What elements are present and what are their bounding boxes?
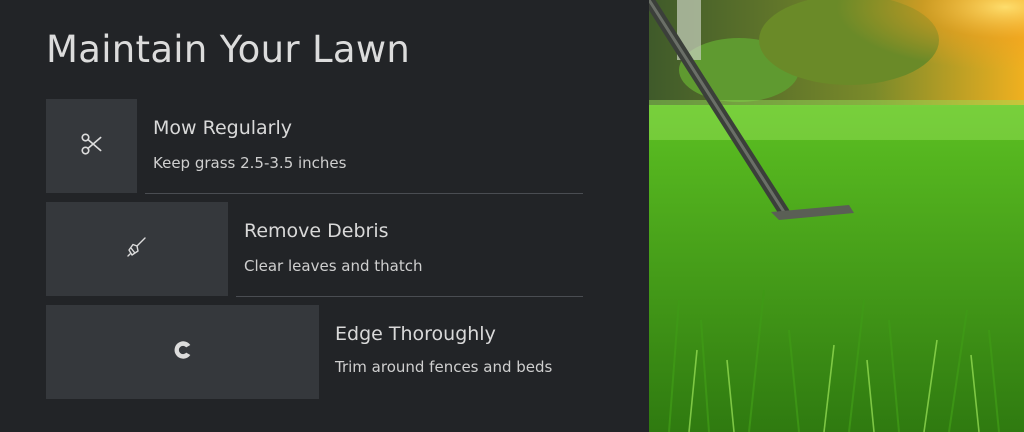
tip-description: Trim around fences and beds	[335, 358, 553, 376]
tip-title: Mow Regularly	[153, 117, 292, 139]
tip-divider	[145, 193, 583, 194]
tip-mow-regularly: Mow Regularly Keep grass 2.5-3.5 inches	[46, 99, 586, 195]
edge-trimmer-icon	[172, 339, 194, 365]
scissors-icon	[79, 131, 105, 161]
tip-icon-tile	[46, 202, 228, 296]
broom-icon	[125, 235, 149, 263]
tip-title: Edge Thoroughly	[335, 323, 496, 345]
tip-description: Clear leaves and thatch	[244, 257, 423, 275]
tip-remove-debris: Remove Debris Clear leaves and thatch	[46, 202, 586, 298]
tip-icon-tile	[46, 305, 319, 399]
lawn-tips-panel: Maintain Your Lawn Mow Regularly Keep gr…	[0, 0, 649, 432]
tip-title: Remove Debris	[244, 220, 389, 242]
lawn-photo	[649, 0, 1024, 432]
tip-icon-tile	[46, 99, 137, 193]
tip-divider	[236, 296, 583, 297]
page-title: Maintain Your Lawn	[46, 28, 411, 71]
tip-description: Keep grass 2.5-3.5 inches	[153, 154, 347, 172]
tip-edge-thoroughly: Edge Thoroughly Trim around fences and b…	[46, 305, 586, 401]
